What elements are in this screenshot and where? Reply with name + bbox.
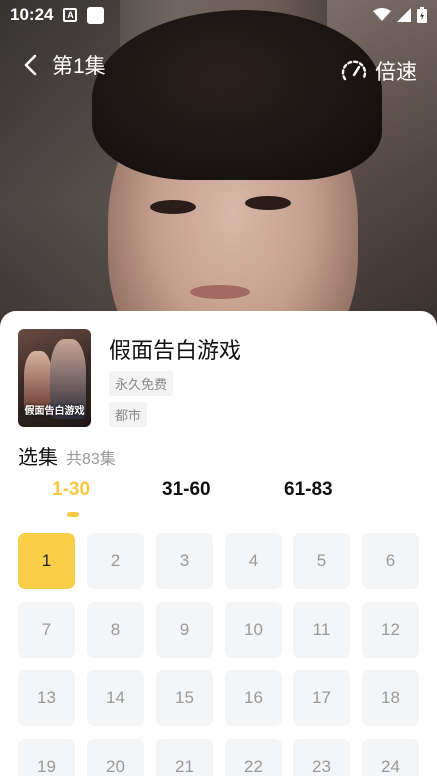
app-notification-icon xyxy=(87,6,105,24)
episode-cell[interactable]: 6 xyxy=(362,533,419,589)
episode-cell[interactable]: 8 xyxy=(87,602,144,658)
episode-cell[interactable]: 3 xyxy=(156,533,213,589)
episode-range-tabs: 1-30 31-60 61-83 xyxy=(0,479,437,519)
tag-free: 永久免费 xyxy=(109,371,174,396)
episode-cell[interactable]: 21 xyxy=(156,739,213,776)
episode-cell[interactable]: 18 xyxy=(362,670,419,726)
episode-cell[interactable]: 1 xyxy=(18,533,75,589)
drama-title: 假面告白游戏 xyxy=(109,338,242,363)
signal-icon xyxy=(397,8,411,22)
video-frame-mouth xyxy=(190,285,250,299)
playback-speed-button[interactable]: 倍速 xyxy=(341,56,417,86)
drama-poster[interactable]: 假面告白游戏 xyxy=(18,329,91,427)
video-frame-eye xyxy=(245,196,291,210)
video-frame-eye xyxy=(150,200,196,214)
battery-icon xyxy=(417,7,427,23)
episode-cell[interactable]: 14 xyxy=(87,670,144,726)
episode-cell[interactable]: 11 xyxy=(293,602,350,658)
tag-genre: 都市 xyxy=(109,402,148,427)
episode-cell[interactable]: 12 xyxy=(362,602,419,658)
tab-range-1-30[interactable]: 1-30 xyxy=(52,479,90,501)
episode-cell[interactable]: 17 xyxy=(293,670,350,726)
episode-cell[interactable]: 20 xyxy=(87,739,144,776)
poster-logo-text: 假面告白游戏 xyxy=(24,406,85,417)
back-button[interactable]: 第1集 xyxy=(22,50,106,80)
episode-cell[interactable]: 19 xyxy=(18,739,75,776)
episodes-heading: 选集 xyxy=(18,447,58,469)
status-time: 10:24 xyxy=(10,5,54,24)
episode-cell[interactable]: 7 xyxy=(18,602,75,658)
speed-label: 倍速 xyxy=(375,61,417,84)
episode-cell[interactable]: 10 xyxy=(225,602,282,658)
video-frame-hair xyxy=(92,10,382,180)
player-top-bar: 第1集 倍速 xyxy=(0,40,437,90)
episode-cell[interactable]: 16 xyxy=(225,670,282,726)
font-notification-icon: A xyxy=(63,8,78,22)
episode-cell[interactable]: 2 xyxy=(87,533,144,589)
episode-cell[interactable]: 4 xyxy=(225,533,282,589)
wifi-icon xyxy=(373,8,391,21)
episode-cell[interactable]: 24 xyxy=(362,739,419,776)
tab-range-61-83[interactable]: 61-83 xyxy=(284,479,333,501)
active-tab-indicator xyxy=(67,512,79,517)
drama-info: 假面告白游戏 假面告白游戏 永久免费 都市 xyxy=(18,329,241,427)
episode-cell[interactable]: 22 xyxy=(225,739,282,776)
drama-meta: 假面告白游戏 永久免费 都市 xyxy=(109,333,241,427)
episode-sheet: 假面告白游戏 假面告白游戏 永久免费 都市 选集 共83集 1-30 31-60… xyxy=(0,311,437,776)
episode-cell[interactable]: 15 xyxy=(156,670,213,726)
episode-title: 第1集 xyxy=(52,55,106,78)
episodes-header: 选集 共83集 xyxy=(18,441,116,470)
speedometer-icon xyxy=(341,60,367,81)
tab-range-31-60[interactable]: 31-60 xyxy=(162,479,211,501)
drama-tags: 永久免费 都市 xyxy=(109,365,241,427)
episode-cell[interactable]: 5 xyxy=(293,533,350,589)
status-bar: 10:24 A xyxy=(0,0,437,30)
episodes-count: 共83集 xyxy=(66,451,116,468)
episode-cell[interactable]: 13 xyxy=(18,670,75,726)
chevron-left-icon xyxy=(24,54,37,76)
episode-cell[interactable]: 23 xyxy=(293,739,350,776)
episode-cell[interactable]: 9 xyxy=(156,602,213,658)
